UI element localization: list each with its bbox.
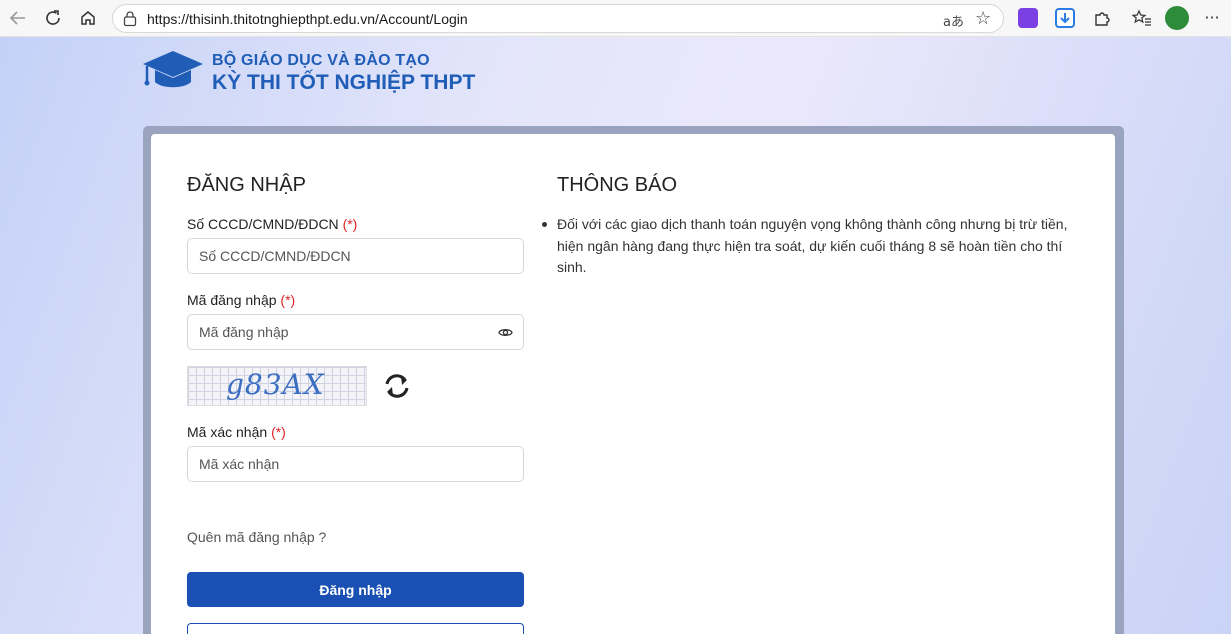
captcha-placeholder: Mã xác nhận [199, 456, 280, 472]
back-arrow-icon[interactable] [6, 7, 30, 29]
password-input[interactable]: Mã đăng nhập [187, 314, 524, 350]
id-number-input[interactable]: Số CCCD/CMND/ĐDCN [187, 238, 524, 274]
exam-name: KỲ THI TỐT NGHIỆP THPT [212, 71, 476, 94]
notice-list: Đối với các giao dịch thanh toán nguyện … [542, 214, 1077, 279]
extension-purple-icon[interactable] [1018, 8, 1038, 28]
required-mark: (*) [342, 216, 358, 232]
captcha-text: g83AX [226, 368, 325, 401]
browser-toolbar: https://thisinh.thitotnghiepthpt.edu.vn/… [0, 0, 1231, 37]
id-number-placeholder: Số CCCD/CMND/ĐDCN [199, 248, 351, 264]
read-aloud-icon[interactable]: aあ [943, 11, 964, 30]
star-icon[interactable]: ☆ [975, 8, 991, 29]
bullet-icon [542, 222, 547, 227]
menu-icon[interactable]: ··· [1200, 6, 1224, 28]
url-text[interactable]: https://thisinh.thitotnghiepthpt.edu.vn/… [147, 11, 468, 27]
password-field-label: Mã đăng nhập (*) [187, 292, 296, 308]
captcha-field-label: Mã xác nhận (*) [187, 424, 286, 440]
captcha-image: g83AX [187, 366, 367, 406]
download-extension-icon[interactable] [1055, 8, 1075, 28]
login-card: ĐĂNG NHẬP Số CCCD/CMND/ĐDCN (*) Số CCCD/… [151, 134, 1115, 634]
required-mark: (*) [271, 424, 286, 440]
refresh-captcha-icon[interactable] [381, 372, 413, 400]
national-portal-login-button[interactable]: Đăng nhập Cổng dịch vụ công quốc gia [187, 623, 524, 634]
forgot-password-link[interactable]: Quên mã đăng nhập ? [187, 529, 326, 545]
home-icon[interactable] [76, 7, 100, 29]
favorites-list-icon[interactable] [1130, 7, 1154, 29]
password-placeholder: Mã đăng nhập [199, 324, 289, 340]
ministry-name: BỘ GIÁO DỤC VÀ ĐÀO TẠO [212, 52, 430, 69]
login-title: ĐĂNG NHẬP [187, 174, 306, 196]
id-field-label: Số CCCD/CMND/ĐDCN (*) [187, 216, 358, 232]
page-background: BỘ GIÁO DỤC VÀ ĐÀO TẠO KỲ THI TỐT NGHIỆP… [0, 37, 1231, 634]
profile-avatar[interactable] [1165, 6, 1189, 30]
captcha-input[interactable]: Mã xác nhận [187, 446, 524, 482]
graduation-cap-icon [143, 51, 203, 88]
address-bar[interactable]: https://thisinh.thitotnghiepthpt.edu.vn/… [112, 4, 1004, 33]
notice-item: Đối với các giao dịch thanh toán nguyện … [542, 214, 1077, 279]
required-mark: (*) [280, 292, 296, 308]
reload-icon[interactable] [41, 7, 65, 29]
notice-title: THÔNG BÁO [557, 174, 678, 196]
lock-icon[interactable] [123, 11, 137, 27]
login-button[interactable]: Đăng nhập [187, 572, 524, 607]
puzzle-icon[interactable] [1090, 7, 1114, 29]
eye-icon[interactable] [498, 325, 513, 340]
site-logo[interactable]: BỘ GIÁO DỤC VÀ ĐÀO TẠO KỲ THI TỐT NGHIỆP… [142, 49, 476, 99]
